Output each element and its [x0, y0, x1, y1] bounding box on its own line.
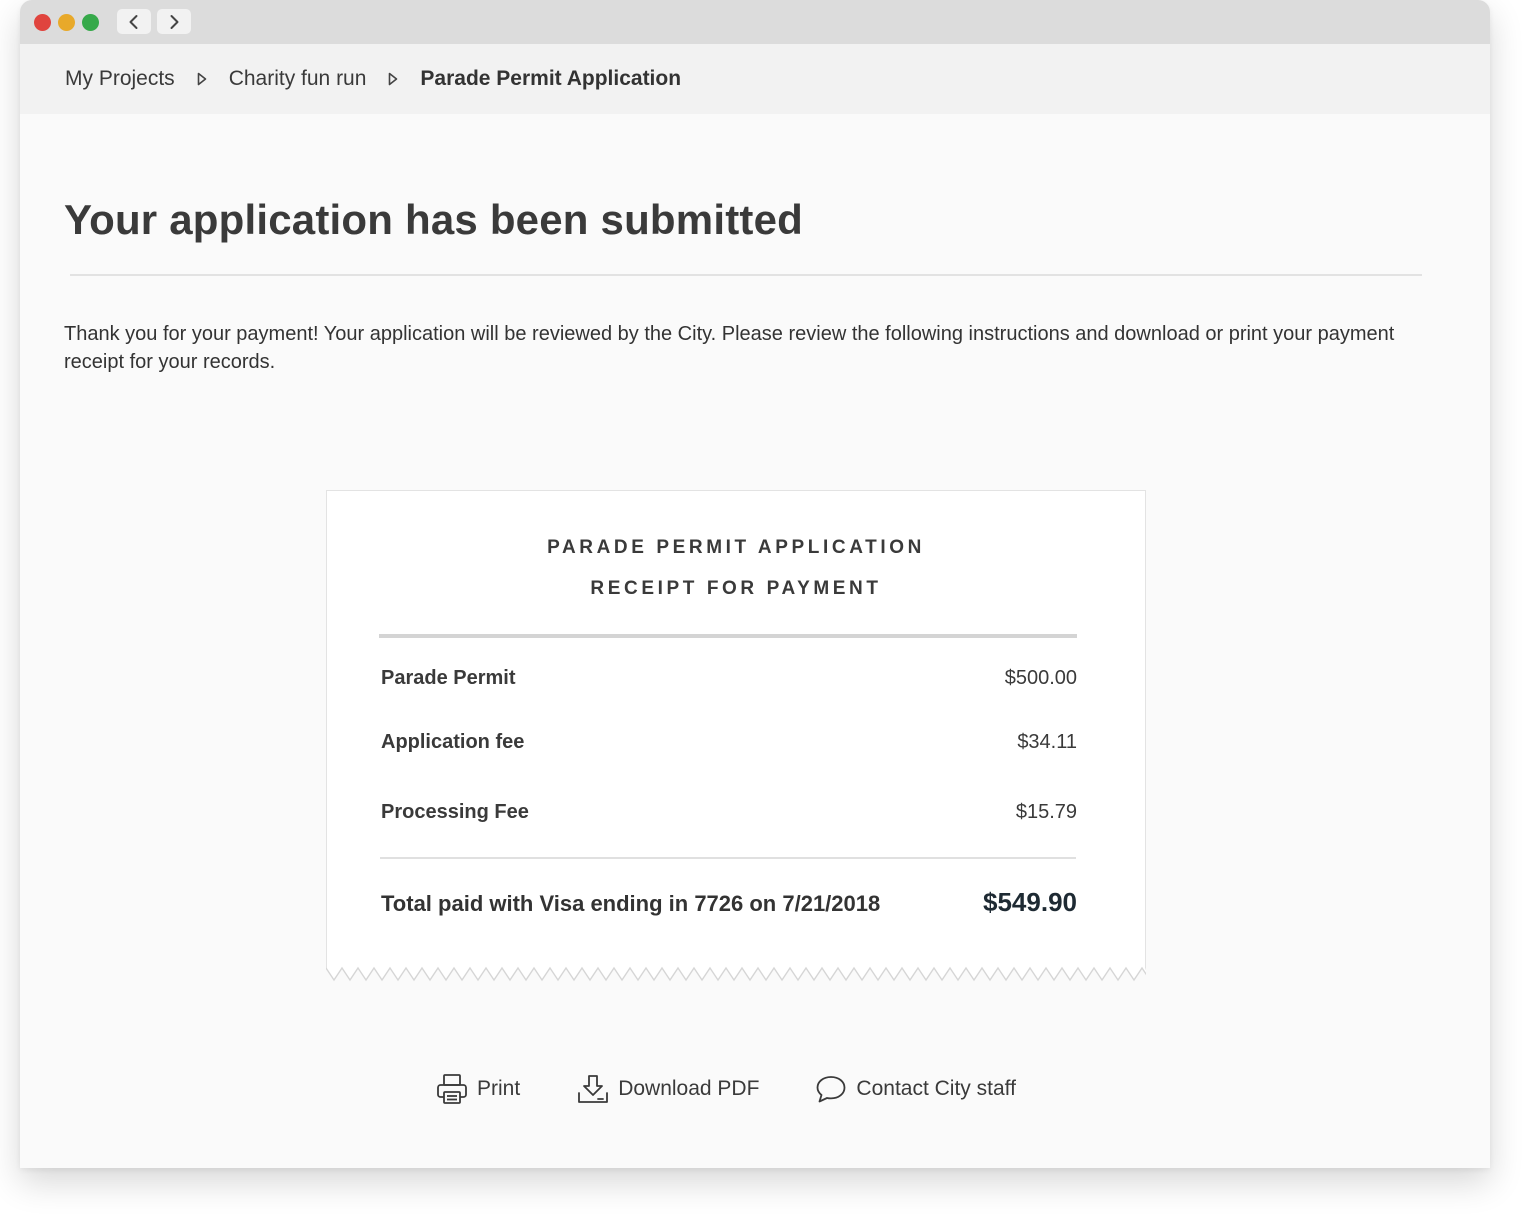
divider	[70, 274, 1422, 276]
line-item-label: Parade Permit	[381, 667, 516, 689]
breadcrumb-my-projects[interactable]: My Projects	[65, 67, 175, 91]
title-bar	[20, 0, 1490, 44]
intro-text: Thank you for your payment! Your applica…	[64, 323, 1395, 373]
total-label: Total paid with Visa ending in 7726 on 7…	[381, 891, 881, 916]
contact-city-staff-label: Contact City staff	[856, 1077, 1016, 1100]
download-pdf-label: Download PDF	[618, 1077, 760, 1100]
browser-window: My Projects Charity fun run Parade Permi…	[20, 0, 1490, 1168]
receipt-heading: PARADE PERMIT APPLICATION	[547, 537, 925, 558]
line-item-label: Processing Fee	[381, 801, 529, 823]
back-button[interactable]	[117, 9, 151, 34]
print-button[interactable]: Print	[435, 1072, 520, 1106]
print-label: Print	[477, 1077, 521, 1100]
receipt-line-item: Parade Permit $500.00	[381, 667, 1077, 690]
zoom-window-button[interactable]	[82, 14, 99, 31]
receipt-total: Total paid with Visa ending in 7726 on 7…	[381, 887, 1077, 918]
receipt-actions: Print Download PDF Contact City staff	[435, 1072, 1016, 1106]
chat-bubble-icon	[814, 1072, 848, 1106]
line-item-amount: $34.11	[1017, 731, 1077, 753]
triangle-right-icon	[388, 72, 398, 86]
forward-button[interactable]	[157, 9, 191, 34]
line-item-label: Application fee	[381, 731, 525, 753]
receipt-subheading: RECEIPT FOR PAYMENT	[590, 578, 882, 599]
minimize-window-button[interactable]	[58, 14, 75, 31]
line-item-amount: $500.00	[1004, 667, 1077, 689]
breadcrumb-charity-fun-run[interactable]: Charity fun run	[229, 67, 367, 91]
printer-icon	[435, 1072, 469, 1106]
breadcrumb: My Projects Charity fun run Parade Permi…	[20, 44, 1490, 114]
chevron-right-icon	[170, 14, 179, 29]
triangle-right-icon	[197, 72, 207, 86]
divider	[379, 634, 1077, 638]
line-item-amount: $15.79	[1015, 801, 1077, 823]
payment-receipt: PARADE PERMIT APPLICATION RECEIPT FOR PA…	[326, 490, 1146, 968]
chevron-left-icon	[129, 14, 138, 29]
breadcrumb-current-page: Parade Permit Application	[420, 67, 682, 90]
divider	[380, 857, 1076, 859]
receipt-line-item: Processing Fee $15.79	[381, 801, 1077, 824]
download-pdf-button[interactable]: Download PDF	[576, 1072, 759, 1106]
download-icon	[576, 1072, 610, 1106]
receipt-line-item: Application fee $34.11	[381, 731, 1077, 754]
contact-city-staff-button[interactable]: Contact City staff	[814, 1072, 1016, 1106]
page-title: Your application has been submitted	[64, 196, 803, 243]
total-amount: $549.90	[983, 887, 1077, 917]
close-window-button[interactable]	[34, 14, 51, 31]
receipt-torn-edge	[326, 966, 1146, 982]
